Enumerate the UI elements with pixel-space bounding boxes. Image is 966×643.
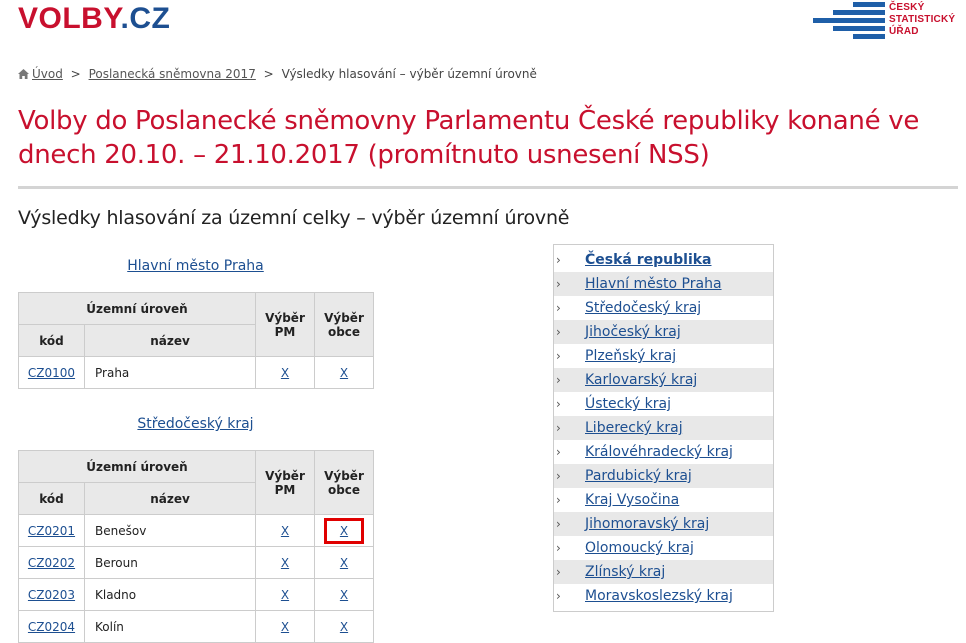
side-nav-link[interactable]: Jihomoravský kraj (585, 516, 709, 532)
chevron-right-icon: › (556, 349, 561, 363)
chevron-right-icon: › (556, 589, 561, 603)
select-pm-link[interactable]: X (281, 556, 289, 570)
page-title: Volby do Poslanecké sněmovny Parlamentu … (18, 106, 920, 170)
district-code-link[interactable]: CZ0202 (28, 556, 75, 570)
header-territorial-level: Územní úroveň (18, 450, 256, 483)
breadcrumb-election-link[interactable]: Poslanecká sněmovna 2017 (89, 67, 256, 81)
title-divider (18, 186, 958, 189)
region-results-table: Územní úroveň Výběr PM Výběr obce kód náze… (18, 292, 374, 389)
side-nav-link[interactable]: Olomoucký kraj (585, 540, 694, 556)
chevron-right-icon: › (556, 397, 561, 411)
chevron-right-icon: › (556, 277, 561, 291)
header-name: název (84, 482, 256, 515)
district-name: Kladno (84, 578, 256, 611)
side-nav-item[interactable]: › Plzeňský kraj (554, 344, 773, 368)
chevron-right-icon: › (556, 493, 561, 507)
table-row: CZ0100 Praha X X (18, 356, 374, 389)
side-nav-link[interactable]: Kraj Vysočina (585, 492, 679, 508)
district-name: Beroun (84, 546, 256, 579)
header-select-pm: Výběr PM (255, 450, 315, 515)
select-pm-link[interactable]: X (281, 588, 289, 602)
chevron-right-icon: › (556, 301, 561, 315)
csu-logo-icon (813, 2, 885, 42)
breadcrumb-current: Výsledky hlasování – výběr územní úrovně (281, 67, 537, 81)
side-nav-item[interactable]: › Česká republika (554, 248, 773, 272)
chevron-right-icon: › (556, 541, 561, 555)
select-municipality-link[interactable]: X (340, 556, 348, 570)
breadcrumb: Úvod > Poslanecká sněmovna 2017 > Výsled… (18, 67, 537, 81)
chevron-right-icon: › (556, 253, 561, 267)
side-nav-item[interactable]: › Olomoucký kraj (554, 536, 773, 560)
header-territorial-level: Územní úroveň (18, 292, 256, 325)
logo-volby-text: VOLBY (18, 2, 121, 35)
breadcrumb-separator: > (70, 67, 81, 81)
header-code: kód (18, 324, 85, 357)
chevron-right-icon: › (556, 565, 561, 579)
side-nav-link[interactable]: Hlavní město Praha (585, 276, 722, 292)
header-select-pm: Výběr PM (255, 292, 315, 357)
region-results-table: Územní úroveň Výběr PM Výběr obce kód náze… (18, 450, 374, 643)
side-nav-item[interactable]: › Moravskoslezský kraj (554, 584, 773, 608)
chevron-right-icon: › (556, 373, 561, 387)
select-municipality-link[interactable]: X (340, 620, 348, 634)
region-side-nav: › Česká republika › Hlavní město Praha › St… (553, 244, 774, 612)
select-pm-link[interactable]: X (281, 524, 289, 538)
volby-logo[interactable]: VOLBY.CZ (18, 2, 170, 36)
chevron-right-icon: › (556, 445, 561, 459)
header-code: kód (18, 482, 85, 515)
select-municipality-link[interactable]: X (340, 366, 348, 380)
side-nav-link[interactable]: Karlovarský kraj (585, 372, 697, 388)
header-select-municipality: Výběr obce (314, 292, 374, 357)
side-nav-item[interactable]: › Jihočeský kraj (554, 320, 773, 344)
chevron-right-icon: › (556, 469, 561, 483)
district-code-link[interactable]: CZ0201 (28, 524, 75, 538)
side-nav-item[interactable]: › Pardubický kraj (554, 464, 773, 488)
district-code-link[interactable]: CZ0204 (28, 620, 75, 634)
select-pm-link[interactable]: X (281, 366, 289, 380)
side-nav-item[interactable]: › Jihomoravský kraj (554, 512, 773, 536)
table-row: CZ0203 Kladno X X (18, 578, 374, 611)
side-nav-item[interactable]: › Liberecký kraj (554, 416, 773, 440)
side-nav-item[interactable]: › Kraj Vysočina (554, 488, 773, 512)
side-nav-item[interactable]: › Královéhradecký kraj (554, 440, 773, 464)
district-name: Praha (84, 356, 256, 389)
csu-logo[interactable]: ČESKÝ STATISTICKÝ ÚŘAD (813, 2, 959, 42)
side-nav-link[interactable]: Ústecký kraj (585, 396, 671, 412)
district-name: Benešov (84, 514, 256, 547)
page-subtitle: Výsledky hlasování za územní celky – výb… (18, 207, 570, 229)
select-municipality-link-highlighted[interactable]: X (323, 517, 365, 544)
chevron-right-icon: › (556, 421, 561, 435)
chevron-right-icon: › (556, 517, 561, 531)
header-name: název (84, 324, 256, 357)
district-code-link[interactable]: CZ0100 (28, 366, 75, 380)
table-row: CZ0201 Benešov X X (18, 514, 374, 547)
side-nav-item[interactable]: › Karlovarský kraj (554, 368, 773, 392)
side-nav-link[interactable]: Plzeňský kraj (585, 348, 676, 364)
side-nav-item[interactable]: › Hlavní město Praha (554, 272, 773, 296)
side-nav-link[interactable]: Středočeský kraj (585, 300, 701, 316)
breadcrumb-home-link[interactable]: Úvod (32, 67, 63, 81)
side-nav-item[interactable]: › Zlínský kraj (554, 560, 773, 584)
side-nav-link[interactable]: Česká republika (585, 252, 712, 268)
table-row: CZ0202 Beroun X X (18, 546, 374, 579)
csu-logo-text: ČESKÝ STATISTICKÝ ÚŘAD (889, 2, 956, 37)
breadcrumb-separator: > (263, 67, 274, 81)
logo-cz-text: .CZ (120, 2, 171, 35)
side-nav-link[interactable]: Jihočeský kraj (585, 324, 681, 340)
select-pm-link[interactable]: X (281, 620, 289, 634)
select-municipality-link[interactable]: X (340, 588, 348, 602)
side-nav-link[interactable]: Zlínský kraj (585, 564, 665, 580)
home-icon (18, 69, 29, 79)
side-nav-link[interactable]: Liberecký kraj (585, 420, 683, 436)
chevron-right-icon: › (556, 325, 561, 339)
region-title-link[interactable]: Středočeský kraj (18, 416, 373, 432)
region-title-link[interactable]: Hlavní město Praha (18, 258, 373, 274)
side-nav-link[interactable]: Královéhradecký kraj (585, 444, 733, 460)
district-code-link[interactable]: CZ0203 (28, 588, 75, 602)
side-nav-link[interactable]: Pardubický kraj (585, 468, 692, 484)
side-nav-link[interactable]: Moravskoslezský kraj (585, 588, 733, 604)
header-select-municipality: Výběr obce (314, 450, 374, 515)
side-nav-item[interactable]: › Ústecký kraj (554, 392, 773, 416)
side-nav-item[interactable]: › Středočeský kraj (554, 296, 773, 320)
